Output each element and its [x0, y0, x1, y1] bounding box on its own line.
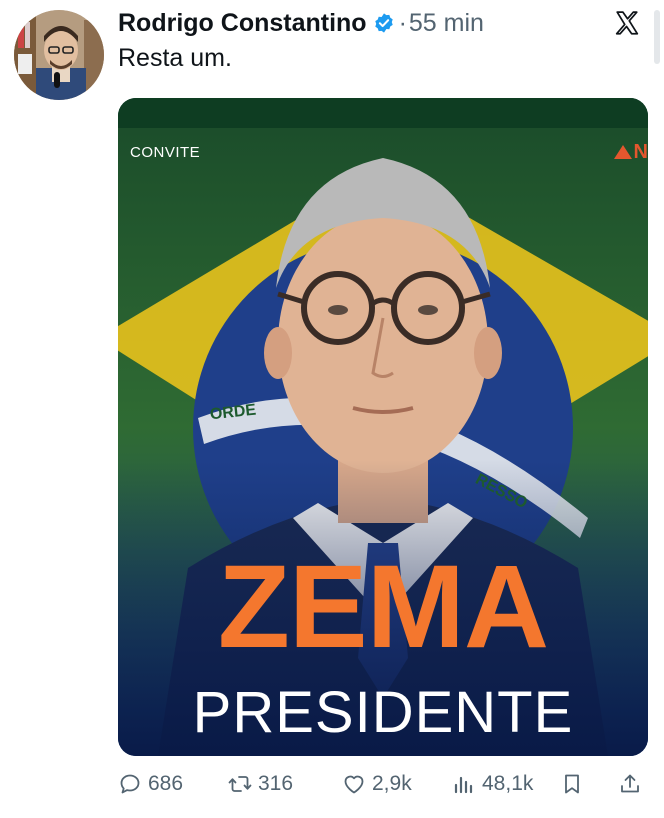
reply-button[interactable]: 686	[118, 772, 183, 796]
reply-icon	[120, 774, 140, 794]
brand-triangle-icon	[613, 145, 632, 159]
separator-dot: ·	[398, 8, 407, 37]
x-logo-icon[interactable]	[614, 10, 640, 36]
tweet-header: Rodrigo Constantino · 55 min	[118, 6, 484, 40]
poster-subheadline: PRESIDENTE	[192, 680, 574, 745]
scrollbar[interactable]	[654, 10, 660, 64]
share-icon	[621, 774, 639, 793]
views-button[interactable]: 48,1k	[452, 772, 533, 796]
retweet-icon	[228, 776, 252, 792]
verified-badge-icon	[374, 13, 393, 33]
bookmark-icon	[565, 774, 579, 794]
like-button[interactable]: 2,9k	[342, 772, 412, 796]
tweet-media[interactable]: CONVITE N ORDE RESSO ZEMA PRESIDENTE	[118, 98, 648, 756]
like-count: 2,9k	[372, 772, 412, 795]
poster-label: CONVITE	[130, 144, 201, 161]
avatar-image	[14, 10, 104, 100]
bookmark-button[interactable]	[560, 772, 584, 796]
retweet-button[interactable]: 316	[228, 772, 293, 796]
views-icon	[454, 776, 473, 794]
like-icon	[344, 775, 364, 794]
tweet-text: Resta um.	[118, 44, 232, 72]
brand-letter: N	[633, 140, 648, 163]
author-avatar[interactable]	[14, 10, 104, 100]
views-count: 48,1k	[482, 772, 534, 795]
share-button[interactable]	[618, 772, 642, 796]
poster-headline: ZEMA	[217, 541, 549, 673]
brand-mark: N	[613, 140, 648, 163]
reply-count: 686	[148, 772, 184, 795]
post-time[interactable]: 55 min	[409, 9, 484, 38]
author-name[interactable]: Rodrigo Constantino	[118, 9, 367, 38]
tweet-actions: 686 316 2,9k 48,1k	[118, 772, 648, 808]
retweet-count: 316	[258, 772, 294, 795]
